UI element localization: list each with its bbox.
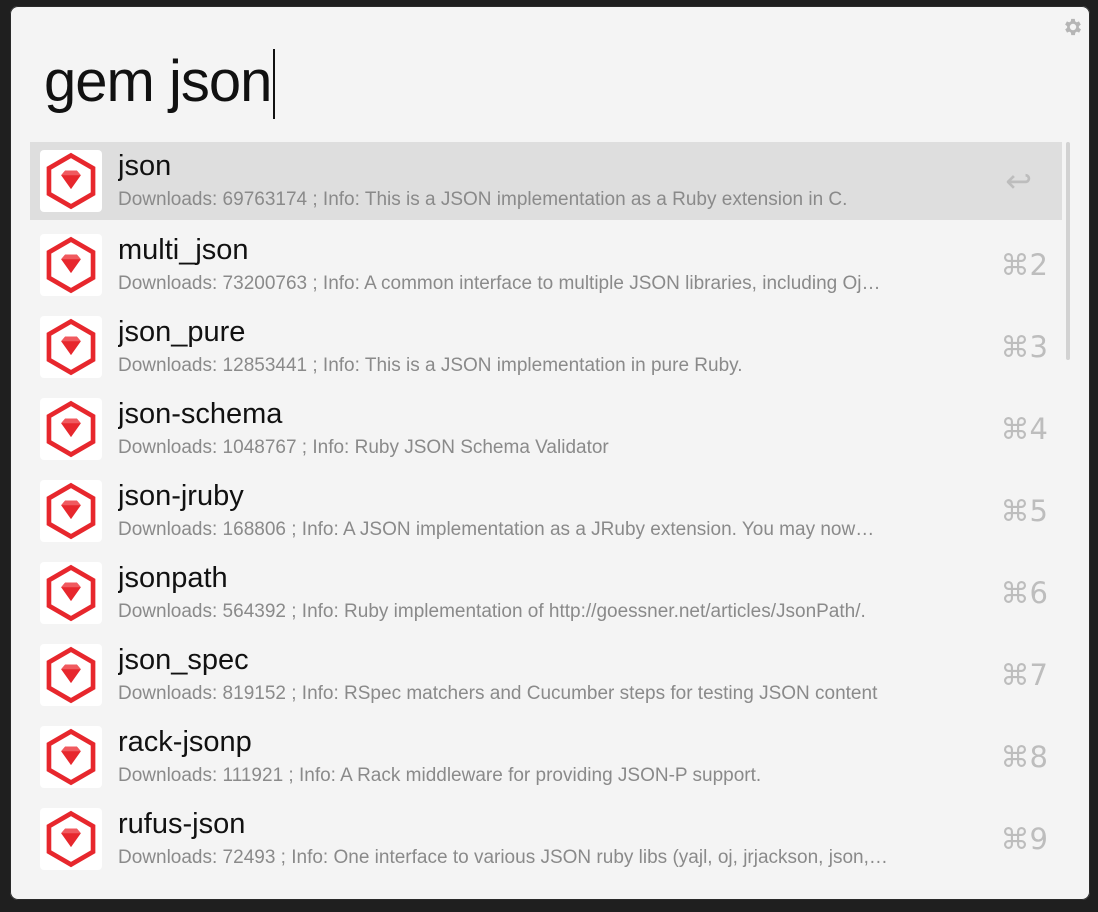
result-shortcut: ⌘3 <box>1000 330 1048 364</box>
result-subtitle: Downloads: 73200763 ; Info: A common int… <box>118 273 881 294</box>
result-title: json-jruby <box>118 480 244 512</box>
result-subtitle: Downloads: 69763174 ; Info: This is a JS… <box>118 189 848 210</box>
result-subtitle: Downloads: 72493 ; Info: One interface t… <box>118 847 888 868</box>
result-text: json_pure Downloads: 12853441 ; Info: Th… <box>118 314 988 380</box>
result-title: json_spec <box>118 644 249 676</box>
result-shortcut: ⌘7 <box>1000 658 1048 692</box>
result-text: rack-jsonp Downloads: 111921 ; Info: A R… <box>118 724 988 790</box>
result-row-5[interactable]: json-jruby Downloads: 168806 ; Info: A J… <box>30 470 1062 552</box>
result-row-4[interactable]: json-schema Downloads: 1048767 ; Info: R… <box>30 388 1062 470</box>
results-list: json Downloads: 69763174 ; Info: This is… <box>30 142 1062 880</box>
ruby-gem-icon <box>40 398 102 460</box>
result-row-1[interactable]: json Downloads: 69763174 ; Info: This is… <box>30 142 1062 220</box>
result-shortcut: ⌘4 <box>1000 412 1048 446</box>
result-text: json_spec Downloads: 819152 ; Info: RSpe… <box>118 642 988 708</box>
result-title: rack-jsonp <box>118 726 252 758</box>
result-title: rufus-json <box>118 808 246 840</box>
result-subtitle: Downloads: 1048767 ; Info: Ruby JSON Sch… <box>118 437 609 458</box>
result-row-2[interactable]: multi_json Downloads: 73200763 ; Info: A… <box>30 224 1062 306</box>
result-text: json Downloads: 69763174 ; Info: This is… <box>118 148 988 214</box>
ruby-gem-icon <box>40 644 102 706</box>
result-subtitle: Downloads: 819152 ; Info: RSpec matchers… <box>118 683 878 704</box>
ruby-gem-icon <box>40 726 102 788</box>
result-row-7[interactable]: json_spec Downloads: 819152 ; Info: RSpe… <box>30 634 1062 716</box>
result-title: json <box>118 150 172 182</box>
text-caret <box>273 49 276 119</box>
result-row-3[interactable]: json_pure Downloads: 12853441 ; Info: Th… <box>30 306 1062 388</box>
result-text: rufus-json Downloads: 72493 ; Info: One … <box>118 806 988 872</box>
result-row-9[interactable]: rufus-json Downloads: 72493 ; Info: One … <box>30 798 1062 880</box>
result-text: json-jruby Downloads: 168806 ; Info: A J… <box>118 478 988 544</box>
search-query[interactable]: gem json <box>44 53 272 111</box>
ruby-gem-icon <box>40 150 102 212</box>
result-row-8[interactable]: rack-jsonp Downloads: 111921 ; Info: A R… <box>30 716 1062 798</box>
ruby-gem-icon <box>40 562 102 624</box>
result-subtitle: Downloads: 564392 ; Info: Ruby implement… <box>118 601 866 622</box>
result-subtitle: Downloads: 168806 ; Info: A JSON impleme… <box>118 519 875 540</box>
launcher-window: gem json json Downloads: 69763174 ; Info… <box>10 6 1090 900</box>
gear-icon[interactable] <box>1062 16 1084 38</box>
ruby-gem-icon <box>40 480 102 542</box>
result-shortcut: ⌘8 <box>1000 740 1048 774</box>
result-title: jsonpath <box>118 562 228 594</box>
result-shortcut: ⌘5 <box>1000 494 1048 528</box>
ruby-gem-icon <box>40 234 102 296</box>
result-subtitle: Downloads: 12853441 ; Info: This is a JS… <box>118 355 743 376</box>
result-shortcut: ⌘2 <box>1000 248 1048 282</box>
result-title: json-schema <box>118 398 283 430</box>
result-title: json_pure <box>118 316 246 348</box>
ruby-gem-icon <box>40 808 102 870</box>
result-text: jsonpath Downloads: 564392 ; Info: Ruby … <box>118 560 988 626</box>
result-text: json-schema Downloads: 1048767 ; Info: R… <box>118 396 988 462</box>
result-row-6[interactable]: jsonpath Downloads: 564392 ; Info: Ruby … <box>30 552 1062 634</box>
result-title: multi_json <box>118 234 249 266</box>
result-text: multi_json Downloads: 73200763 ; Info: A… <box>118 232 988 298</box>
result-shortcut: ⌘9 <box>1000 822 1048 856</box>
scrollbar[interactable] <box>1066 142 1070 360</box>
result-shortcut: ⌘6 <box>1000 576 1048 610</box>
return-icon: ↩ <box>1005 162 1032 200</box>
ruby-gem-icon <box>40 316 102 378</box>
search-input[interactable]: gem json <box>44 42 276 122</box>
result-subtitle: Downloads: 111921 ; Info: A Rack middlew… <box>118 765 762 786</box>
